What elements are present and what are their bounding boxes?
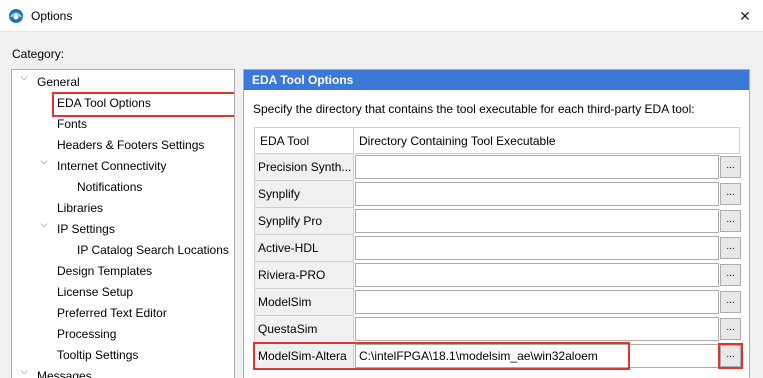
browse-button[interactable]: ... [720,156,741,178]
browse-button[interactable]: ... [720,183,741,205]
tree-item-messages[interactable]: Messages [37,366,92,378]
browse-button[interactable]: ... [720,210,741,232]
tree-item-ip-settings[interactable]: IP Settings [57,219,115,239]
close-icon[interactable]: ✕ [732,6,758,26]
tree-item-preferred-text-editor[interactable]: Preferred Text Editor [57,303,167,323]
eda-tool-name: Precision Synth... [254,154,354,181]
tree-item-headers-footers-settings[interactable]: Headers & Footers Settings [57,135,204,155]
browse-button[interactable]: ... [720,291,741,313]
expand-chevron-icon[interactable]: ⌵ [38,156,50,176]
title-bar: Options ✕ [0,0,763,32]
tree-item-notifications[interactable]: Notifications [77,177,142,197]
tool-directory-input[interactable] [355,209,719,233]
tree-item-ip-catalog-search-locations[interactable]: IP Catalog Search Locations [77,240,229,260]
expand-chevron-icon[interactable]: ⌵ [38,219,50,239]
browse-button[interactable]: ... [720,318,741,340]
row-highlight [253,342,630,370]
browse-button[interactable]: ... [720,237,741,259]
tool-directory-input[interactable] [355,317,719,341]
tree-item-internet-connectivity[interactable]: Internet Connectivity [57,156,166,176]
eda-tool-name: ModelSim [254,289,354,316]
eda-tool-name: Riviera-PRO [254,262,354,289]
tree-item-fonts[interactable]: Fonts [57,114,87,134]
browse-button-highlight [718,343,743,369]
app-icon [9,9,23,23]
expand-chevron-icon[interactable]: ⌵ [18,366,30,378]
tool-directory-input[interactable] [355,263,719,287]
browse-button[interactable]: ... [720,264,741,286]
eda-tool-name: Active-HDL [254,235,354,262]
tree-item-license-setup[interactable]: License Setup [57,282,133,302]
tool-directory-input[interactable] [355,236,719,260]
column-header-eda-tool: EDA Tool [254,127,354,154]
column-header-directory: Directory Containing Tool Executable [353,127,740,154]
category-label: Category: [12,47,65,61]
eda-tool-name: QuestaSim [254,316,354,343]
category-tree[interactable]: ⌵ General EDA Tool Options Fonts Headers & F… [11,69,235,378]
expand-chevron-icon[interactable]: ⌵ [18,72,30,92]
panel-description: Specify the directory that contains the … [253,102,695,116]
panel-header: EDA Tool Options [244,70,749,90]
tool-directory-input[interactable] [355,290,719,314]
eda-tool-name: Synplify [254,181,354,208]
eda-tool-name: Synplify Pro [254,208,354,235]
tree-item-general[interactable]: General [37,72,80,92]
tree-item-processing[interactable]: Processing [57,324,116,344]
tree-item-libraries[interactable]: Libraries [57,198,103,218]
tool-directory-input[interactable] [355,182,719,206]
eda-tool-options-panel: EDA Tool Options Specify the directory t… [243,69,750,378]
tree-item-design-templates[interactable]: Design Templates [57,261,152,281]
tree-item-tooltip-settings[interactable]: Tooltip Settings [57,345,138,365]
window-title: Options [31,9,73,23]
tool-directory-input[interactable] [355,155,719,179]
